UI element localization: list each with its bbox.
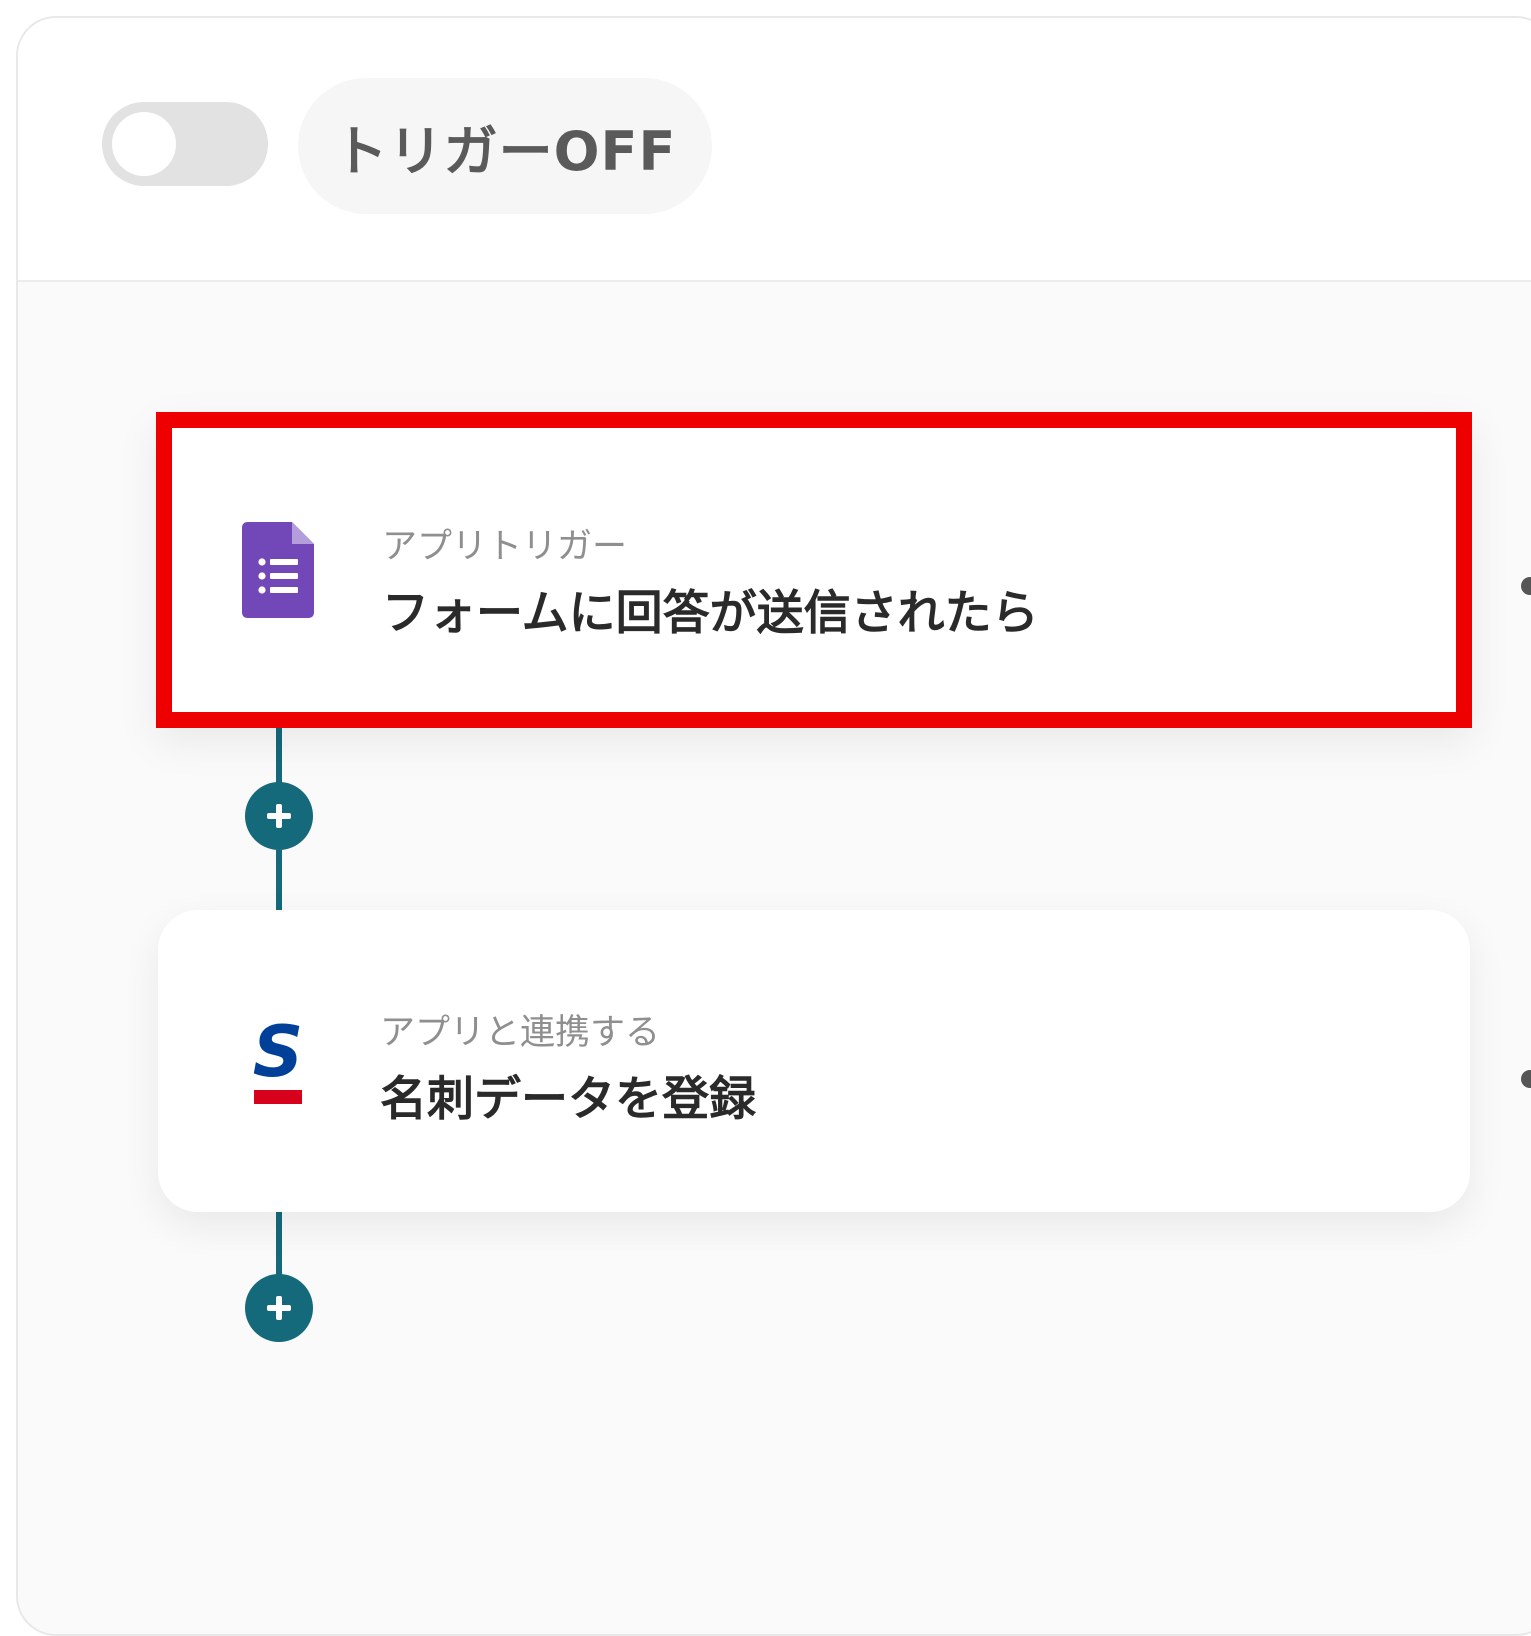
step-type-label: アプリと連携する <box>380 1013 661 1053</box>
flow-connector-line <box>276 850 282 910</box>
action-step-card[interactable]: S アプリと連携する 名刺データを登録 <box>158 910 1470 1212</box>
toggle-knob <box>112 112 176 176</box>
google-forms-icon <box>242 522 314 618</box>
plus-icon <box>267 1296 291 1320</box>
plus-icon <box>267 804 291 828</box>
flow-editor-panel: トリガーOFF <box>16 16 1531 1636</box>
sansan-logo-icon: S <box>253 1014 303 1104</box>
flow-connector-line <box>276 728 282 788</box>
flow-connector-line <box>276 1212 282 1280</box>
add-step-button[interactable] <box>245 1274 313 1342</box>
step-title: 名刺データを登録 <box>380 1072 756 1127</box>
step-type-label: アプリトリガー <box>382 527 628 567</box>
trigger-status-label: トリガーOFF <box>333 119 677 183</box>
add-step-button[interactable] <box>245 782 313 850</box>
svg-text:S: S <box>253 1014 303 1093</box>
step-title: フォームに回答が送信されたら <box>382 586 1039 641</box>
trigger-step-card[interactable]: アプリトリガー フォームに回答が送信されたら <box>156 412 1472 728</box>
trigger-toggle[interactable] <box>102 102 268 186</box>
trigger-status-badge: トリガーOFF <box>298 78 712 214</box>
flow-header: トリガーOFF <box>18 18 1531 282</box>
